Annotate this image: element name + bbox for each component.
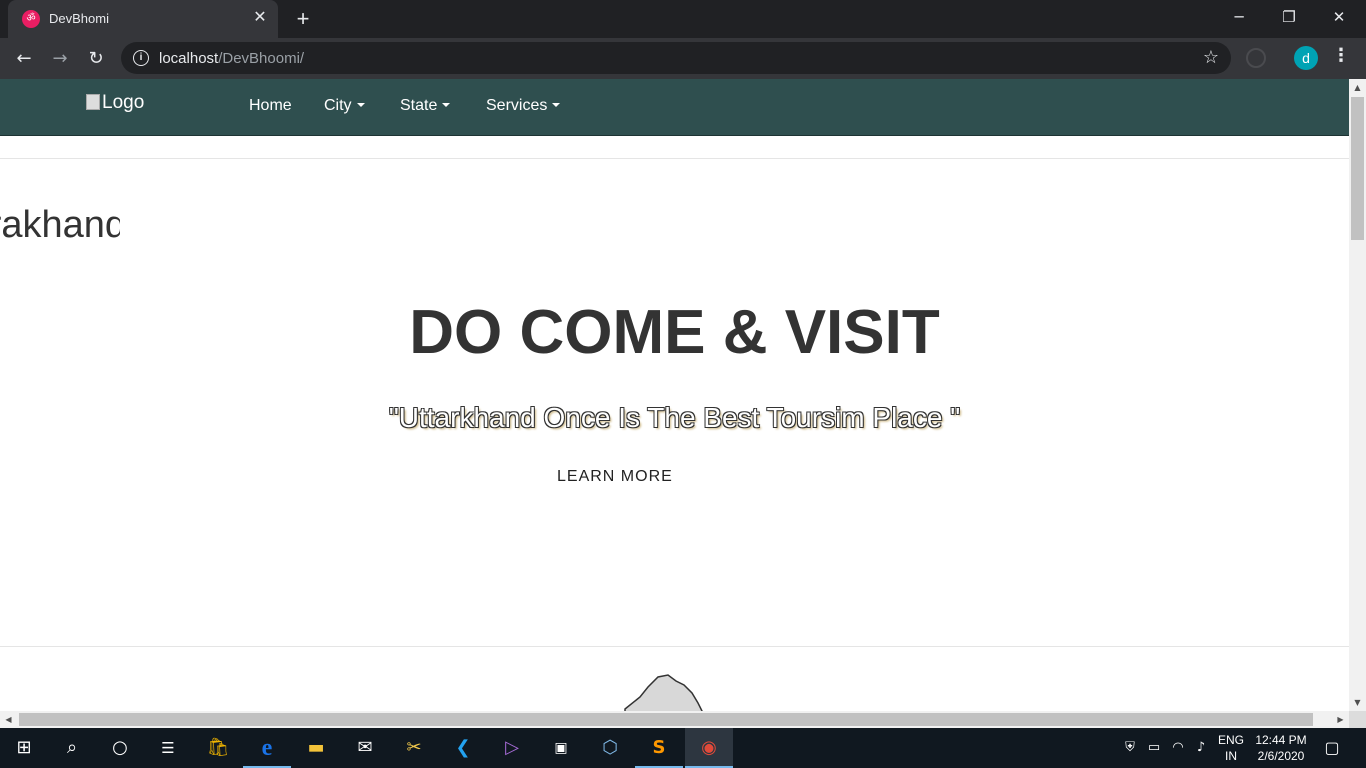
nav-home-label: Home — [249, 97, 292, 114]
network-icon[interactable]: ▭ — [1145, 739, 1163, 757]
nav-home-link[interactable]: Home — [249, 97, 292, 115]
sublime-icon[interactable]: S — [635, 728, 683, 768]
horizontal-scrollbar[interactable]: ◀ ▶ — [0, 711, 1349, 728]
scroll-up-icon[interactable]: ▲ — [1349, 79, 1366, 96]
task-view-icon[interactable]: ☰ — [144, 728, 192, 768]
clock-time: 12:44 PM — [1255, 733, 1307, 747]
close-tab-icon[interactable]: ✕ — [250, 8, 270, 28]
page-viewport: Logo Home City State Services Uttarakhan… — [0, 79, 1349, 711]
horizontal-scroll-thumb[interactable] — [19, 713, 1313, 726]
nav-state-dropdown[interactable]: State — [400, 97, 451, 115]
store-icon[interactable]: 🛍 — [194, 728, 242, 768]
language-code: ENG — [1217, 733, 1244, 747]
vertical-scrollbar[interactable]: ▲ ▼ — [1349, 79, 1366, 711]
marquee-clip: Uttarakhand — [0, 79, 120, 279]
bookmark-star-icon[interactable]: ☆ — [1203, 47, 1219, 68]
scroll-right-icon[interactable]: ▶ — [1332, 711, 1349, 728]
reload-button[interactable]: ↻ — [82, 45, 110, 73]
caret-down-icon — [356, 103, 365, 107]
language-indicator[interactable]: ENG IN — [1212, 728, 1250, 768]
tab-title: DevBhomi — [49, 11, 109, 26]
search-icon[interactable]: ⌕ — [48, 728, 96, 768]
nav-services-label: Services — [486, 97, 548, 114]
scrollbar-corner — [1349, 711, 1366, 728]
uttarakhand-map-image — [624, 674, 703, 711]
terminal-icon[interactable]: ▣ — [537, 728, 585, 768]
url-host: localhost — [159, 50, 219, 67]
url-path: /DevBhoomi/ — [218, 50, 305, 67]
virtualbox-icon[interactable]: ⬡ — [586, 728, 634, 768]
windows-taskbar: ⊞ ⌕ ○ ☰ 🛍 e ▬ ✉ ✂ ❮ ▷ ▣ ⬡ S ◉ ⛨ ▭ ◠ ♪ EN… — [0, 728, 1366, 768]
browser-tab[interactable]: ॐ DevBhomi ✕ — [8, 0, 278, 38]
nav-state-label: State — [400, 97, 438, 114]
info-icon[interactable]: i — [133, 50, 149, 66]
tab-strip: ॐ DevBhomi ✕ + ─ ❐ ✕ — [0, 0, 1366, 38]
forward-button[interactable]: → — [46, 45, 74, 73]
learn-more-button[interactable]: LEARN MORE — [557, 468, 673, 486]
nav-city-dropdown[interactable]: City — [324, 97, 365, 115]
vertical-scroll-thumb[interactable] — [1351, 97, 1364, 240]
new-tab-button[interactable]: + — [290, 6, 316, 32]
browser-menu-icon[interactable]: ⋮ — [1332, 45, 1350, 66]
close-window-button[interactable]: ✕ — [1314, 0, 1364, 34]
site-navbar: Logo Home City State Services — [0, 79, 1349, 136]
browser-toolbar: ← → ↻ i localhost/DevBhoomi/ ☆ d ⋮ — [0, 38, 1366, 79]
hero-title: DO COME & VISIT — [409, 298, 940, 367]
minimize-button[interactable]: ─ — [1214, 0, 1264, 34]
extension-icon[interactable] — [1246, 48, 1266, 68]
notifications-icon[interactable]: ▢ — [1323, 739, 1341, 757]
mail-icon[interactable]: ✉ — [341, 728, 389, 768]
marquee-text: Uttarakhand — [0, 204, 120, 246]
back-button[interactable]: ← — [10, 45, 38, 73]
clock[interactable]: 12:44 PM 2/6/2020 — [1252, 728, 1310, 768]
scroll-left-icon[interactable]: ◀ — [0, 711, 17, 728]
edge-icon[interactable]: e — [243, 728, 291, 768]
wifi-icon[interactable]: ◠ — [1169, 739, 1187, 757]
volume-icon[interactable]: ♪ — [1192, 739, 1210, 757]
caret-down-icon — [442, 103, 451, 107]
file-explorer-icon[interactable]: ▬ — [292, 728, 340, 768]
chrome-icon[interactable]: ◉ — [685, 728, 733, 768]
start-icon[interactable]: ⊞ — [0, 728, 48, 768]
hero-subtitle: "Uttarkhand Once Is The Best Toursim Pla… — [388, 402, 961, 433]
tools-icon[interactable]: ✂ — [390, 728, 438, 768]
favicon-icon: ॐ — [22, 10, 40, 28]
security-shield-icon[interactable]: ⛨ — [1121, 739, 1139, 757]
vscode-icon[interactable]: ❮ — [439, 728, 487, 768]
clock-date: 2/6/2020 — [1257, 749, 1305, 763]
nav-city-label: City — [324, 97, 352, 114]
address-bar[interactable]: i localhost/DevBhoomi/ ☆ — [121, 42, 1231, 74]
cortana-icon[interactable]: ○ — [96, 728, 144, 768]
visual-studio-icon[interactable]: ▷ — [488, 728, 536, 768]
divider — [0, 158, 1349, 159]
scroll-down-icon[interactable]: ▼ — [1349, 694, 1366, 711]
divider — [0, 646, 1349, 647]
region-code: IN — [1225, 749, 1237, 763]
url-text[interactable]: localhost/DevBhoomi/ — [159, 50, 304, 67]
profile-avatar[interactable]: d — [1294, 46, 1318, 70]
caret-down-icon — [552, 103, 561, 107]
restore-button[interactable]: ❐ — [1264, 0, 1314, 34]
nav-services-dropdown[interactable]: Services — [486, 97, 561, 115]
